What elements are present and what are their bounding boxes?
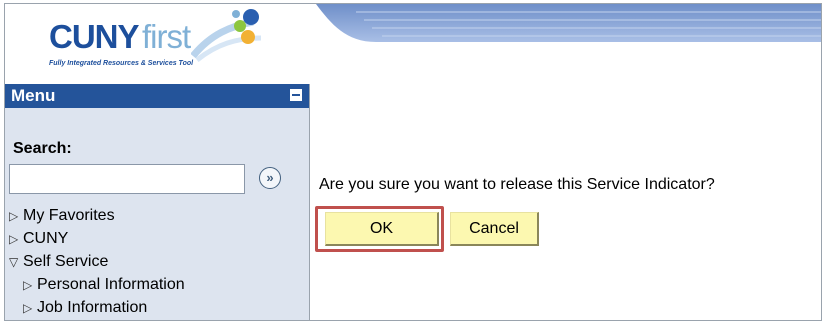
logo-swoosh-icon: [191, 9, 262, 62]
menu-item-label: Personal Information: [37, 276, 185, 293]
menu-item-label: CUNY: [23, 230, 69, 247]
logo-first-text: first: [142, 18, 191, 55]
triangle-right-icon: ▷: [23, 301, 33, 315]
cunyfirst-logo: CUNY first Fully Integrated Resources & …: [5, 4, 316, 82]
menu-item-label: Job Information: [37, 299, 148, 316]
logo-tagline: Fully Integrated Resources & Services To…: [49, 60, 194, 67]
triangle-right-icon: ▷: [9, 232, 19, 246]
menu-title: Menu: [11, 86, 56, 105]
header: CUNY first Fully Integrated Resources & …: [5, 4, 821, 82]
menu-item-label: Self Service: [23, 253, 109, 270]
cancel-button[interactable]: Cancel: [450, 212, 539, 246]
menu-panel: Menu Search: » ▷ My Favorites ▷ CUNY ▽ Self…: [5, 84, 310, 320]
search-label: Search:: [13, 140, 72, 157]
triangle-right-icon: ▷: [23, 278, 33, 292]
menu-list: ▷ My Favorites ▷ CUNY ▽ Self Service ▷ Perso…: [9, 204, 185, 319]
menu-title-bar: Menu: [5, 84, 309, 108]
logo-cuny-text: CUNY: [49, 18, 140, 55]
menu-item-job-information[interactable]: ▷ Job Information: [9, 296, 185, 319]
menu-item-self-service[interactable]: ▽ Self Service: [9, 250, 185, 273]
menu-item-my-favorites[interactable]: ▷ My Favorites: [9, 204, 185, 227]
triangle-down-icon: ▽: [9, 255, 19, 269]
minus-box-icon[interactable]: [289, 88, 303, 102]
double-chevron-right-icon[interactable]: »: [259, 167, 281, 189]
confirmation-prompt: Are you sure you want to release this Se…: [319, 176, 715, 193]
window-frame: CUNY first Fully Integrated Resources & …: [4, 3, 822, 321]
menu-item-cuny[interactable]: ▷ CUNY: [9, 227, 185, 250]
header-banner: [316, 4, 821, 42]
triangle-right-icon: ▷: [9, 209, 19, 223]
search-input[interactable]: [9, 164, 245, 194]
ok-button[interactable]: OK: [325, 212, 439, 246]
menu-item-personal-information[interactable]: ▷ Personal Information: [9, 273, 185, 296]
menu-item-label: My Favorites: [23, 207, 115, 224]
